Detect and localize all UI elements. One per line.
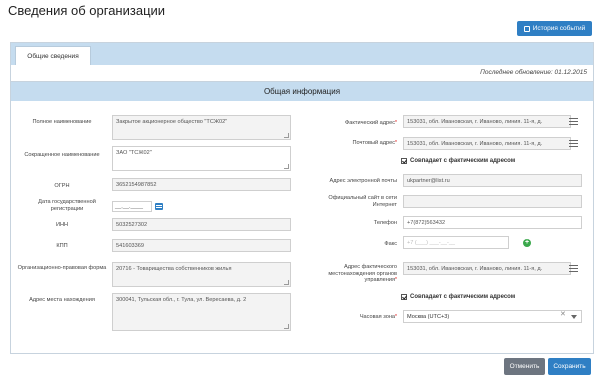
content-frame: Общие сведения Последнее обновление: 01.… (10, 42, 594, 354)
checkbox-checked-icon[interactable] (401, 294, 407, 300)
kpp-field[interactable]: 541603369 (112, 239, 291, 252)
close-icon[interactable]: ✕ (560, 310, 566, 318)
actual-address-menu-icon[interactable] (567, 116, 579, 127)
save-button[interactable]: Сохранить (548, 358, 591, 375)
actual-address-field[interactable]: 153031, обл. Ивановская, г. Иваново, лин… (403, 115, 571, 128)
ogrn-field[interactable]: 3652154987852 (112, 178, 291, 191)
inn-field[interactable]: 5032527302 (112, 218, 291, 231)
postal-address-menu-icon[interactable] (567, 138, 579, 149)
chevron-down-icon[interactable] (571, 315, 577, 319)
short-name-label: Сокращенное наименование (24, 152, 100, 158)
email-label: Адрес электронной почты (329, 178, 397, 184)
general-info-section: Общая информация Полное наименование Зак… (11, 81, 593, 353)
short-name-field[interactable]: ЗАО "ТСЖ02" (112, 146, 291, 171)
full-name-label: Полное наименование (32, 119, 92, 125)
website-field[interactable] (403, 195, 582, 208)
timezone-select[interactable]: Москва (UTC+3) (403, 310, 582, 323)
website-label: Официальный сайт в сети Интернет (328, 195, 397, 208)
actual-address-label: Фактический адрес* (345, 120, 397, 126)
same-as-actual-checkbox-2[interactable]: Совпадает с фактическим адресом (401, 294, 515, 300)
mgmt-address-label: Адрес фактического местонахождения орган… (328, 264, 397, 284)
inn-label: ИНН (55, 222, 69, 228)
tab-general[interactable]: Общие сведения (15, 46, 91, 65)
postal-address-field[interactable]: 153031, обл. Ивановская, г. Иваново, лин… (403, 137, 571, 150)
calendar-icon[interactable] (155, 203, 163, 210)
mgmt-address-menu-icon[interactable] (567, 263, 579, 274)
list-icon (523, 25, 530, 32)
legal-form-label: Организационно-правовая форма (17, 265, 107, 271)
full-name-field[interactable]: Закрытое акционерное общество "ТСЖ02" (112, 115, 291, 140)
cancel-button[interactable]: Отменить (504, 358, 545, 375)
phone-field[interactable]: +7(872)563432 (403, 216, 582, 229)
phone-label: Телефон (373, 220, 397, 226)
history-button-label: История событий (532, 25, 586, 32)
reg-date-field[interactable]: __.__.____ (112, 201, 152, 212)
mgmt-address-field[interactable]: 153031, обл. Ивановская, г. Иваново, лин… (403, 262, 571, 275)
ogrn-label: ОГРН (54, 183, 70, 189)
fax-label: Факс (384, 241, 397, 247)
location-label: Адрес места нахождения (29, 297, 95, 303)
plus-icon[interactable]: + (523, 239, 531, 247)
legal-form-field[interactable]: 20716 - Товарищества собственников жилья (112, 262, 291, 287)
checkbox-checked-icon[interactable] (401, 158, 407, 164)
fax-field[interactable]: +7 (___) ___-__-__ (403, 236, 509, 249)
postal-address-label: Почтовый адрес* (352, 140, 397, 146)
history-button[interactable]: История событий (517, 21, 592, 36)
timezone-label: Часовая зона* (359, 314, 397, 320)
section-title: Общая информация (11, 82, 593, 101)
same-as-actual-checkbox-1[interactable]: Совпадает с фактическим адресом (401, 158, 515, 164)
kpp-label: КПП (56, 243, 68, 249)
page-title: Сведения об организации (8, 3, 166, 18)
location-field[interactable]: 300041, Тульская обл., г. Тула, ул. Вере… (112, 293, 291, 331)
tab-bar: Общие сведения (11, 43, 593, 65)
email-field[interactable]: ukpartner@list.ru (403, 174, 582, 187)
reg-date-label: Дата государственной регистрации (38, 199, 96, 212)
last-update: Последнее обновление: 01.12.2015 (480, 69, 587, 76)
